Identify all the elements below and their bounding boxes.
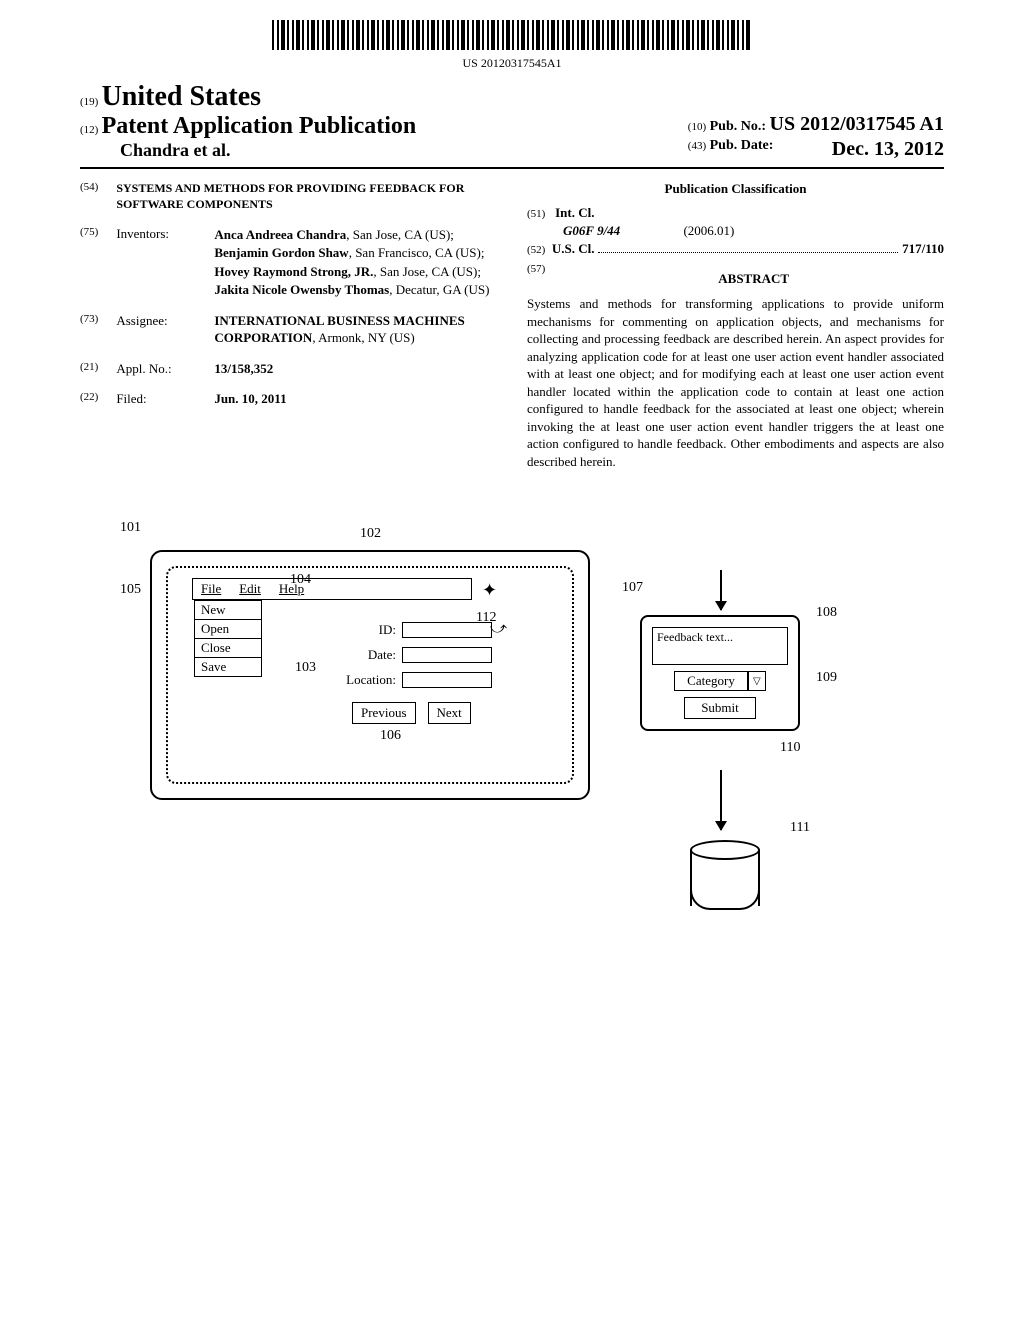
submit-button[interactable]: Submit <box>684 697 756 719</box>
appl-no-value: 13/158,352 <box>214 361 273 377</box>
publication-number: US 2012/0317545 A1 <box>770 113 944 135</box>
inventor-name: Hovey Raymond Strong, JR. <box>214 264 373 279</box>
feedback-panel: Feedback text... Category ▽ Submit <box>640 615 800 731</box>
inventor-name: Benjamin Gordon Shaw <box>214 245 348 260</box>
menu-help[interactable]: Help <box>279 581 304 597</box>
date-label: Date: <box>342 647 396 663</box>
inventors-label: Inventors: <box>116 226 196 299</box>
cursor-pointer-icon: ⤻ <box>490 620 507 638</box>
arrow-down-icon <box>720 770 722 830</box>
appl-no-label: Appl. No.: <box>116 361 196 377</box>
inventor-name: Jakita Nicole Owensby Thomas <box>214 282 389 297</box>
id-label: ID: <box>342 622 396 638</box>
filed-value: Jun. 10, 2011 <box>214 391 286 407</box>
assignee-value: INTERNATIONAL BUSINESS MACHINES CORPORAT… <box>214 313 497 347</box>
code-75: (75) <box>80 226 98 299</box>
abstract-header: ABSTRACT <box>563 271 944 287</box>
int-cl-code: G06F 9/44 <box>563 223 620 238</box>
arrow-down-icon <box>720 570 722 610</box>
menu-item-save[interactable]: Save <box>195 658 261 676</box>
ref-105: 105 <box>120 582 141 598</box>
ref-107: 107 <box>622 580 643 596</box>
date-input[interactable] <box>402 647 492 663</box>
ref-108: 108 <box>816 605 837 621</box>
cursor-star-icon: ✦ <box>482 580 497 601</box>
int-cl-date: (2006.01) <box>683 223 734 238</box>
publication-date: Dec. 13, 2012 <box>832 138 944 161</box>
inventors-list: Anca Andreea Chandra, San Jose, CA (US);… <box>214 226 497 299</box>
filed-label: Filed: <box>116 391 196 407</box>
menu-item-close[interactable]: Close <box>195 639 261 658</box>
code-10: (10) <box>688 121 706 133</box>
invention-title: SYSTEMS AND METHODS FOR PROVIDING FEEDBA… <box>116 181 497 212</box>
ref-109: 109 <box>816 670 837 686</box>
menu-file[interactable]: File <box>201 581 221 597</box>
ref-111: 111 <box>790 820 810 836</box>
int-cl-label: Int. Cl. <box>555 205 594 220</box>
code-54: (54) <box>80 181 98 212</box>
inventor-location: , San Jose, CA (US); <box>373 264 481 279</box>
file-dropdown[interactable]: New Open Close Save <box>194 600 262 677</box>
inventor-location: , San Francisco, CA (US); <box>349 245 485 260</box>
app-window: File Edit Help New Open Close Save ✦ ⤻ I… <box>150 550 590 800</box>
abstract-text: Systems and methods for transforming app… <box>527 295 944 470</box>
category-select[interactable]: Category <box>674 671 748 691</box>
menubar[interactable]: File Edit Help <box>192 578 472 600</box>
barcode-number: US 20120317545A1 <box>80 56 944 71</box>
menu-edit[interactable]: Edit <box>239 581 261 597</box>
code-22: (22) <box>80 391 98 407</box>
assignee-label: Assignee: <box>116 313 196 347</box>
pub-date-label: Pub. Date: <box>710 138 774 153</box>
database-icon <box>690 840 760 910</box>
classification-header: Publication Classification <box>527 181 944 197</box>
barcode-region: US 20120317545A1 <box>80 20 944 71</box>
id-input[interactable] <box>402 622 492 638</box>
dropdown-icon[interactable]: ▽ <box>748 671 766 691</box>
location-label: Location: <box>342 672 396 688</box>
pub-no-label: Pub. No.: <box>710 119 766 134</box>
barcode-graphic <box>272 20 752 50</box>
code-43: (43) <box>688 140 706 152</box>
publication-type: Patent Application Publication <box>102 113 417 139</box>
code-12: (12) <box>80 124 98 136</box>
us-cl-value: 717/110 <box>902 241 944 257</box>
inventor-location: , San Jose, CA (US); <box>346 227 454 242</box>
feedback-textarea[interactable]: Feedback text... <box>652 627 788 665</box>
code-52: (52) <box>527 244 545 256</box>
inventor-location: , Decatur, GA (US) <box>389 282 489 297</box>
code-21: (21) <box>80 361 98 377</box>
menu-item-open[interactable]: Open <box>195 620 261 639</box>
assignee-location: , Armonk, NY (US) <box>312 330 414 345</box>
country-name: United States <box>102 81 261 112</box>
code-51: (51) <box>527 208 545 220</box>
horizontal-rule <box>80 167 944 169</box>
ref-102: 102 <box>360 526 381 542</box>
document-header: (19) United States (12) Patent Applicati… <box>80 81 944 161</box>
figure-1: 101 102 105 104 112 103 106 107 108 109 … <box>80 510 944 960</box>
code-19: (19) <box>80 96 98 108</box>
code-57: (57) <box>527 263 545 295</box>
menu-item-new[interactable]: New <box>195 601 261 620</box>
inventor-name: Anca Andreea Chandra <box>214 227 346 242</box>
code-73: (73) <box>80 313 98 347</box>
dotted-leader <box>598 252 898 253</box>
ref-101: 101 <box>120 520 141 536</box>
location-input[interactable] <box>402 672 492 688</box>
author-line: Chandra et al. <box>80 140 416 161</box>
previous-button[interactable]: Previous <box>352 702 416 724</box>
ref-110: 110 <box>780 740 800 756</box>
us-cl-label: U.S. Cl. <box>552 241 595 257</box>
next-button[interactable]: Next <box>428 702 471 724</box>
